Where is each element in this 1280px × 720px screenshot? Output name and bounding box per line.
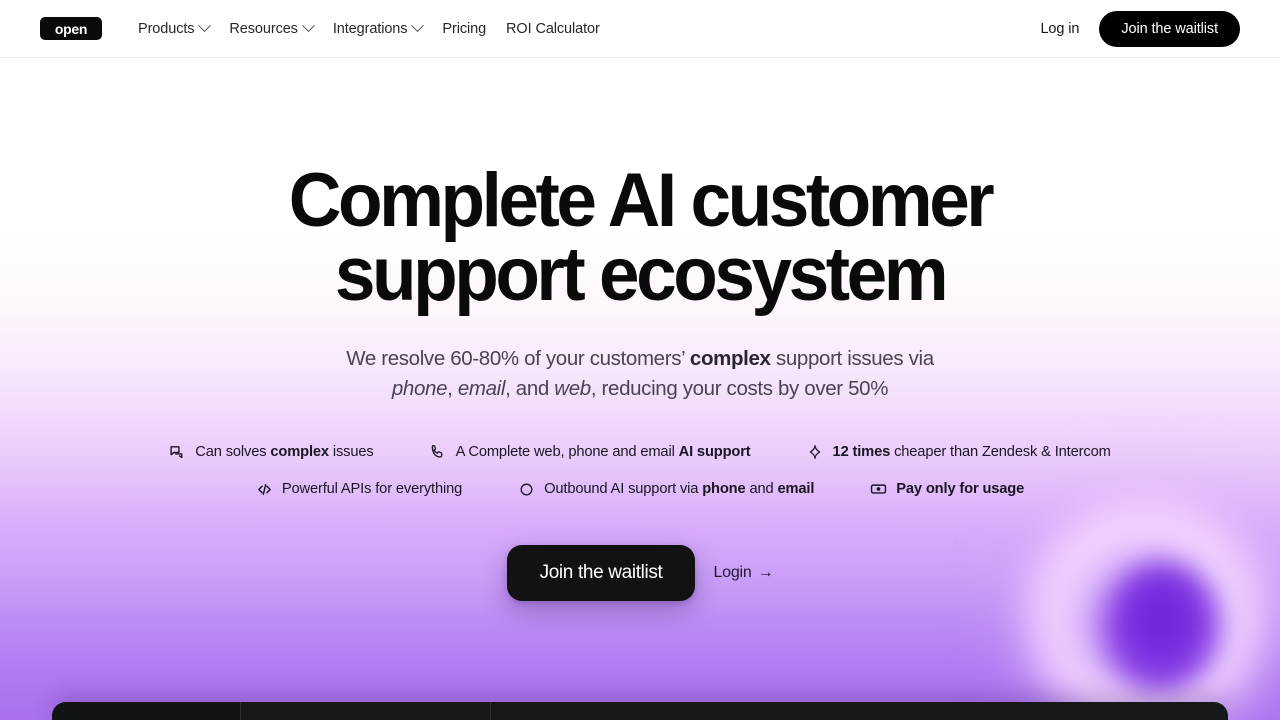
text-seg: and (745, 481, 778, 498)
chat-bubbles-icon (169, 444, 186, 461)
subtitle-italic-phone: phone (391, 377, 448, 401)
hero-subtitle: We resolve 60-80% of your customers’ com… (0, 344, 1280, 405)
subtitle-italic-email: email (457, 377, 506, 401)
bottom-dark-panel (52, 702, 1228, 720)
feature-cheaper-pricing: 12 times cheaper than Zendesk & Intercom (807, 444, 1111, 461)
phone-handset-icon (430, 444, 447, 461)
feature-ai-support-label: A Complete web, phone and email AI suppo… (456, 444, 751, 460)
sparkle-icon (807, 444, 824, 461)
nav-item-pricing[interactable]: Pricing (432, 15, 496, 43)
feature-cheaper-pricing-label: 12 times cheaper than Zendesk & Intercom (833, 444, 1111, 460)
nav-item-products[interactable]: Products (128, 15, 219, 43)
chevron-down-icon (411, 19, 425, 33)
feature-pay-per-usage: Pay only for usage (870, 481, 1024, 498)
feature-powerful-apis: Powerful APIs for everything (256, 481, 462, 498)
text-seg: cheaper than Zendesk & Intercom (890, 444, 1111, 461)
nav-item-resources-label: Resources (229, 20, 298, 37)
text-seg: A Complete web, phone and email (455, 444, 679, 461)
nav-item-roi-calculator-label: ROI Calculator (506, 20, 600, 37)
subtitle-part-5: , reducing your costs by over 50% (590, 377, 889, 401)
feature-complex-issues-label: Can solves complex issues (195, 444, 373, 460)
top-navigation-bar: open Products Resources Integrations Pri… (0, 0, 1280, 58)
feature-complex-issues: Can solves complex issues (169, 444, 374, 461)
feature-pay-per-usage-label: Pay only for usage (896, 481, 1024, 497)
nav-item-pricing-label: Pricing (442, 20, 487, 37)
page-root: open Products Resources Integrations Pri… (0, 0, 1280, 720)
subtitle-bold-complex: complex (689, 346, 771, 370)
hero-cta-row: Join the waitlist Login → (0, 544, 1280, 601)
text-seg-bold: email (777, 481, 815, 498)
subtitle-italic-web: web (554, 377, 591, 401)
feature-highlights: Can solves complex issues A Complete web… (0, 444, 1280, 498)
chevron-down-icon (198, 19, 212, 33)
feature-powerful-apis-label: Powerful APIs for everything (281, 481, 463, 498)
text-seg-bold: 12 times (832, 444, 891, 461)
circle-outline-icon (518, 481, 535, 498)
text-seg-bold: phone (702, 481, 746, 498)
open-logo-text: open (54, 20, 88, 37)
nav-item-integrations[interactable]: Integrations (323, 15, 433, 43)
nav-left-group: open Products Resources Integrations Pri… (40, 15, 610, 43)
banknote-icon (870, 481, 887, 498)
hero-headline-line1: Complete AI customer (288, 158, 995, 243)
subtitle-part-1: We resolve 60-80% of your customers’ (346, 346, 690, 370)
feature-outbound-support: Outbound AI support via phone and email (518, 481, 814, 498)
nav-join-waitlist-button[interactable]: Join the waitlist (1099, 10, 1240, 47)
hero-join-waitlist-button[interactable]: Join the waitlist (506, 544, 696, 601)
subtitle-part-4: , and (505, 377, 555, 401)
text-seg: issues (328, 444, 374, 461)
text-seg: Outbound AI support via (544, 481, 703, 498)
hero-headline-line2: support ecosystem (334, 232, 949, 318)
text-seg: Can solves (195, 444, 271, 461)
feature-outbound-support-label: Outbound AI support via phone and email (544, 481, 814, 497)
nav-item-integrations-label: Integrations (332, 20, 408, 37)
nav-item-resources[interactable]: Resources (219, 15, 322, 43)
arrow-right-icon: → (757, 563, 774, 581)
text-seg-bold: complex (270, 444, 329, 461)
feature-ai-support: A Complete web, phone and email AI suppo… (430, 444, 751, 461)
bottom-panel-divider-2 (490, 702, 491, 720)
code-brackets-icon (256, 481, 273, 498)
nav-item-products-label: Products (138, 20, 195, 37)
subtitle-part-2: support issues via (770, 346, 934, 370)
hero-login-label: Login (713, 563, 752, 581)
chevron-down-icon (301, 19, 315, 33)
feature-row-1: Can solves complex issues A Complete web… (169, 444, 1111, 461)
hero-headline: Complete AI customer support ecosystem (26, 163, 1255, 318)
hero-section: Complete AI customer support ecosystem W… (0, 58, 1280, 601)
nav-item-roi-calculator[interactable]: ROI Calculator (496, 15, 610, 43)
nav-login-link[interactable]: Log in (1040, 21, 1079, 37)
open-logo[interactable]: open (40, 17, 102, 40)
text-seg-bold: Pay only for usage (896, 481, 1025, 498)
subtitle-part-3: , (447, 377, 458, 401)
text-seg-bold: AI support (678, 444, 751, 461)
feature-row-2: Powerful APIs for everything Outbound AI… (256, 481, 1024, 498)
bottom-panel-divider-1 (240, 702, 241, 720)
nav-right-group: Log in Join the waitlist (1040, 10, 1240, 47)
hero-login-link[interactable]: Login → (713, 564, 773, 582)
bottom-panel-left-column (52, 702, 240, 720)
